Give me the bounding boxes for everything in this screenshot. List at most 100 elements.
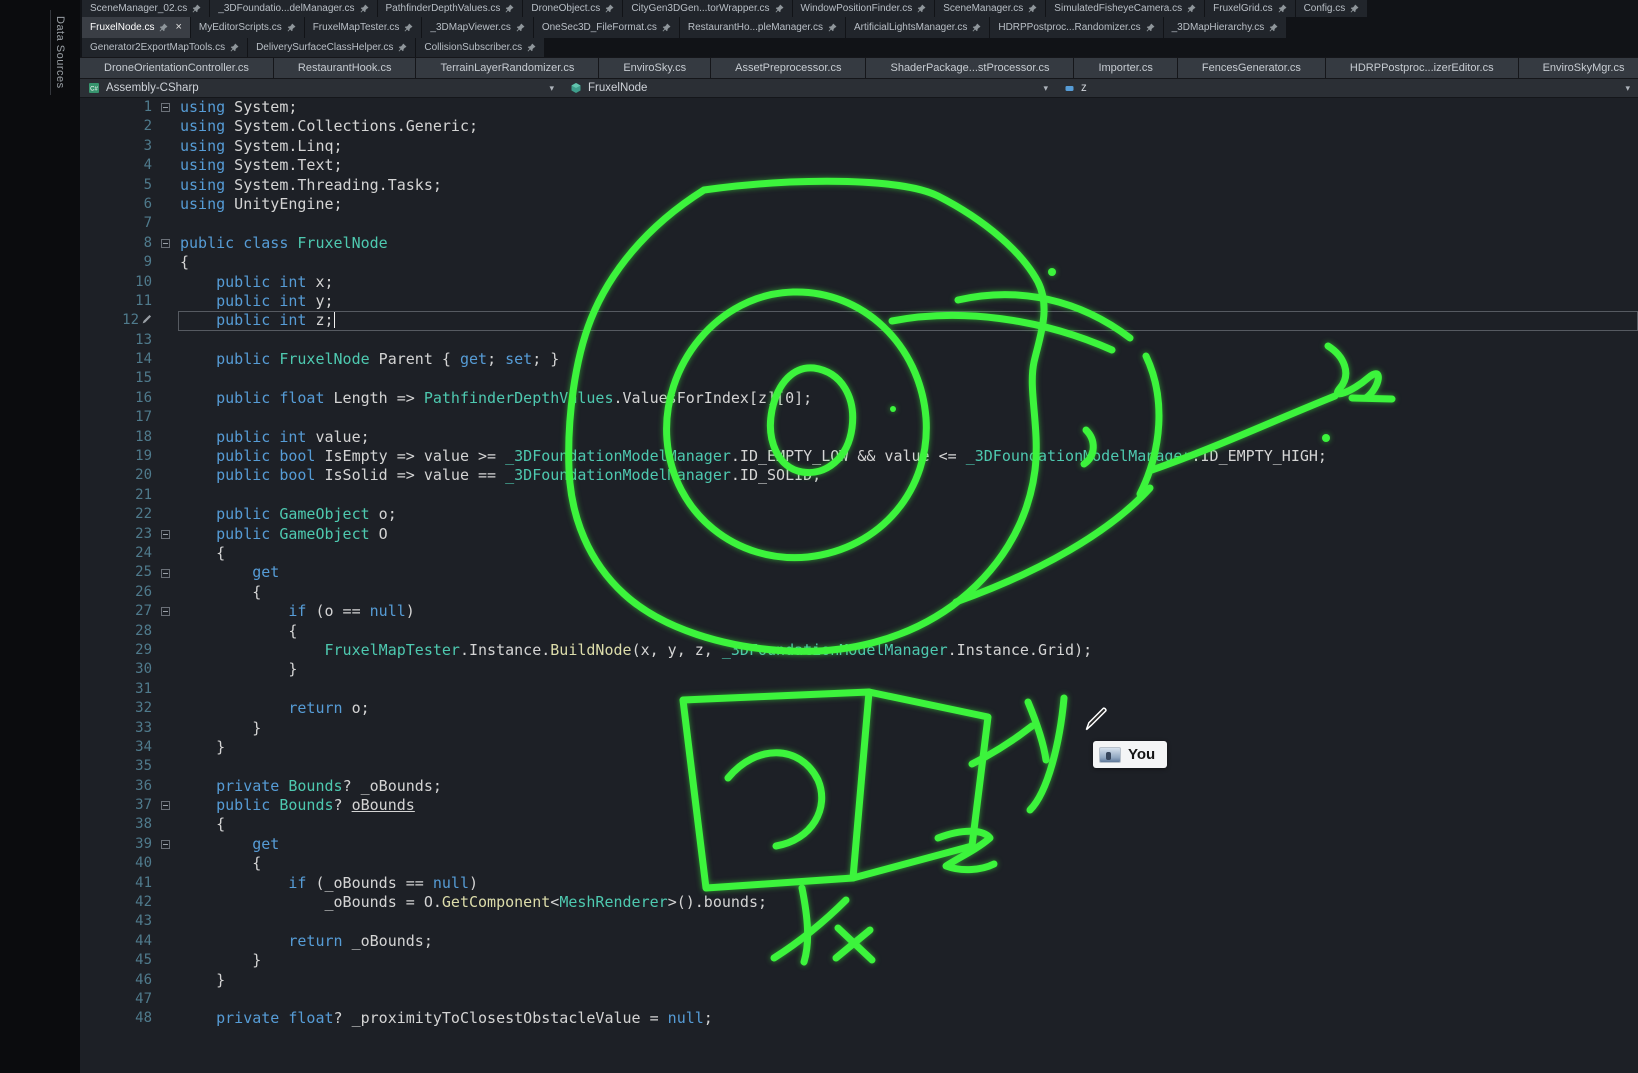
code-line-body <box>178 331 1638 350</box>
code-text: public class FruxelNode <box>178 234 388 253</box>
code-line: 37 public Bounds? oBounds <box>80 796 1638 815</box>
pin-icon <box>775 4 784 13</box>
fold-collapse-icon[interactable] <box>152 103 178 112</box>
file-tab-label: PathfinderDepthValues.cs <box>386 3 501 14</box>
line-number: 9 <box>80 253 152 272</box>
code-line: 30 } <box>80 660 1638 679</box>
line-number: 19 <box>80 447 152 466</box>
code-text: } <box>178 951 261 970</box>
line-number: 21 <box>80 486 152 505</box>
file-tab[interactable]: WindowPositionFinder.cs <box>793 0 935 17</box>
file-tab-label: FruxelNode.cs <box>90 22 154 33</box>
code-line: 44 return _oBounds; <box>80 932 1638 951</box>
document-tab-label: HDRPPostproc...izerEditor.cs <box>1350 62 1494 74</box>
file-tab[interactable]: OneSec3D_FileFormat.cs <box>534 17 679 38</box>
document-tab[interactable]: EnviroSkyMgr.cs <box>1519 58 1638 78</box>
file-tab[interactable]: ArtificialLightsManager.cs <box>846 17 989 38</box>
fold-collapse-icon[interactable] <box>152 801 178 810</box>
file-tab[interactable]: _3DFoundatio...delManager.cs <box>210 0 376 17</box>
line-number: 27 <box>80 602 152 621</box>
code-line-body: { <box>178 622 1638 641</box>
sidebar-tab-data-sources[interactable]: Data Sources <box>50 10 69 95</box>
document-tab[interactable]: TerrainLayerRandomizer.cs <box>416 58 599 78</box>
fold-collapse-icon[interactable] <box>152 607 178 616</box>
code-editor[interactable]: 1using System;2using System.Collections.… <box>80 98 1638 1073</box>
document-tab-label: RestaurantHook.cs <box>298 62 392 74</box>
line-number: 41 <box>80 874 152 893</box>
pin-icon <box>1269 23 1278 32</box>
pin-icon <box>287 23 296 32</box>
document-tab[interactable]: DroneOrientationController.cs <box>80 58 274 78</box>
code-text: get <box>178 835 279 854</box>
csharp-project-icon: C# <box>88 82 100 94</box>
code-line-body: public float Length => PathfinderDepthVa… <box>178 389 1638 408</box>
document-tab[interactable]: EnviroSky.cs <box>599 58 711 78</box>
code-text: public GameObject O <box>178 525 388 544</box>
code-text: public int y; <box>178 292 334 311</box>
file-tab[interactable]: _3DMapHierarchy.cs <box>1164 17 1287 38</box>
code-text: public Bounds? oBounds <box>178 796 415 815</box>
code-line: 39 get <box>80 835 1638 854</box>
file-tab[interactable]: PathfinderDepthValues.cs <box>378 0 523 17</box>
file-tab[interactable]: FruxelGrid.cs <box>1205 0 1294 17</box>
fold-collapse-icon[interactable] <box>152 840 178 849</box>
document-tab[interactable]: Importer.cs <box>1074 58 1177 78</box>
file-tab-label: SceneManager.cs <box>943 3 1023 14</box>
code-text: { <box>178 815 225 834</box>
code-line-body: public FruxelNode Parent { get; set; } <box>178 350 1638 369</box>
code-line: 16 public float Length => PathfinderDept… <box>80 389 1638 408</box>
file-tab-label: SceneManager_02.cs <box>90 3 187 14</box>
file-tab-label: OneSec3D_FileFormat.cs <box>542 22 657 33</box>
field-icon <box>1064 83 1075 94</box>
project-dropdown[interactable]: C# Assembly-CSharp ▾ <box>80 79 562 97</box>
file-tab[interactable]: CollisionSubscriber.cs <box>416 38 544 57</box>
document-tab[interactable]: HDRPPostproc...izerEditor.cs <box>1326 58 1519 78</box>
document-tab[interactable]: RestaurantHook.cs <box>274 58 417 78</box>
file-tab-label: DroneObject.cs <box>531 3 600 14</box>
line-number: 39 <box>80 835 152 854</box>
type-dropdown[interactable]: FruxelNode ▾ <box>562 79 1056 97</box>
code-line: 14 public FruxelNode Parent { get; set; … <box>80 350 1638 369</box>
file-tab[interactable]: HDRPPostproc...Randomizer.cs <box>990 17 1162 38</box>
file-tab[interactable]: DeliverySurfaceClassHelper.cs <box>248 38 415 57</box>
document-tab[interactable]: ShaderPackage...stProcessor.cs <box>866 58 1074 78</box>
file-tab[interactable]: FruxelMapTester.cs <box>305 17 422 38</box>
code-line-body <box>178 680 1638 699</box>
code-line: 32 return o; <box>80 699 1638 718</box>
fold-collapse-icon[interactable] <box>152 239 178 248</box>
fold-collapse-icon[interactable] <box>152 569 178 578</box>
member-dropdown[interactable]: z ▾ <box>1056 79 1638 97</box>
file-tab-label: Config.cs <box>1304 3 1346 14</box>
document-tab-label: Importer.cs <box>1098 62 1152 74</box>
document-tab[interactable]: AssetPreprocessor.cs <box>711 58 866 78</box>
line-number: 10 <box>80 273 152 292</box>
file-tab-label: MyEditorScripts.cs <box>199 22 282 33</box>
file-tab[interactable]: SceneManager.cs <box>935 0 1045 17</box>
line-number: 23 <box>80 525 152 544</box>
pinned-tab-row-2: FruxelNode.cs × MyEditorScripts.cs FruxelMa… <box>80 17 1638 38</box>
line-number: 11 <box>80 292 152 311</box>
code-line-body: { <box>178 253 1638 272</box>
file-tab[interactable]: FruxelNode.cs × <box>82 17 190 38</box>
close-icon[interactable]: × <box>175 22 181 33</box>
line-number: 8 <box>80 234 152 253</box>
file-tab[interactable]: DroneObject.cs <box>523 0 622 17</box>
file-tab[interactable]: Generator2ExportMapTools.cs <box>82 38 247 57</box>
file-tab[interactable]: SimulatedFisheyeCamera.cs <box>1046 0 1204 17</box>
file-tab[interactable]: SceneManager_02.cs <box>82 0 209 17</box>
file-tab[interactable]: Config.cs <box>1296 0 1368 17</box>
file-tab[interactable]: _3DMapViewer.cs <box>422 17 532 38</box>
file-tab[interactable]: MyEditorScripts.cs <box>191 17 304 38</box>
line-number: 47 <box>80 990 152 1009</box>
code-line: 46 } <box>80 971 1638 990</box>
file-tab[interactable]: RestaurantHo...pleManager.cs <box>680 17 845 38</box>
code-line: 13 <box>80 331 1638 350</box>
document-tab[interactable]: FencesGenerator.cs <box>1178 58 1326 78</box>
line-number: 35 <box>80 757 152 776</box>
line-number: 48 <box>80 1009 152 1028</box>
fold-collapse-icon[interactable] <box>152 530 178 539</box>
pin-icon <box>159 23 168 32</box>
document-tab-strip: DroneOrientationController.cs RestaurantH… <box>80 57 1638 78</box>
code-text: public int z; <box>178 311 335 330</box>
file-tab[interactable]: CityGen3DGen...torWrapper.cs <box>623 0 791 17</box>
